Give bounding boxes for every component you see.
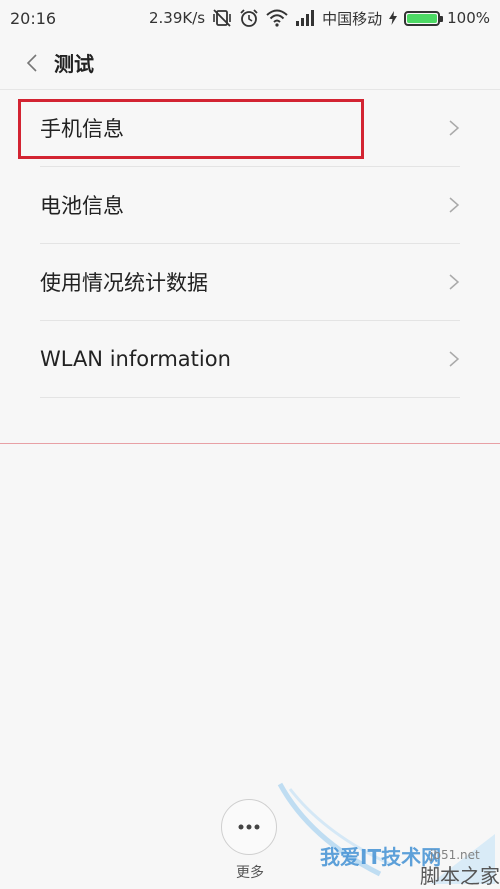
list-item-label: WLAN information [40, 347, 231, 371]
settings-list: 手机信息 电池信息 使用情况统计数据 WLAN information [0, 90, 500, 398]
vibrate-off-icon [212, 9, 232, 27]
status-carrier: 中国移动 [322, 9, 383, 28]
status-left: 20:16 [10, 9, 56, 28]
chevron-right-icon [448, 195, 460, 215]
header: 测试 [0, 36, 500, 90]
status-network-speed: 2.39K/s [148, 9, 206, 27]
back-button[interactable] [10, 36, 54, 90]
watermark-logo: 我爱IT技术网 jb51.net 脚本之家 [270, 779, 500, 889]
chevron-right-icon [448, 272, 460, 292]
chevron-left-icon [26, 53, 37, 72]
watermark-text: 我爱IT技术网 [320, 845, 441, 869]
status-battery-percent: 100% [447, 9, 490, 27]
chevron-right-icon [448, 349, 460, 369]
more-dots-icon [238, 824, 260, 830]
watermark-brand: 脚本之家 [420, 864, 500, 888]
more-label: 更多 [236, 865, 264, 881]
red-divider [0, 443, 500, 444]
signal-icon [295, 10, 315, 26]
chevron-right-icon [448, 118, 460, 138]
alarm-icon [239, 8, 259, 28]
battery-fill [407, 13, 438, 23]
status-time: 20:16 [10, 8, 57, 28]
list-item-battery-info[interactable]: 电池信息 [40, 167, 460, 244]
more-button[interactable] [221, 799, 277, 855]
list-item-phone-info[interactable]: 手机信息 [40, 90, 460, 167]
status-bar: 20:16 2.39K/s 中国移动 100% [0, 0, 500, 36]
list-item-usage-stats[interactable]: 使用情况统计数据 [40, 244, 460, 321]
status-right: 2.39K/s 中国移动 100% [149, 8, 490, 29]
list-item-label: 手机信息 [40, 117, 124, 141]
list-item-wlan-info[interactable]: WLAN information [40, 321, 460, 398]
list-item-label: 电池信息 [40, 194, 124, 218]
list-item-label: 使用情况统计数据 [40, 271, 208, 295]
charging-icon [389, 11, 398, 25]
watermark-site: jb51.net [429, 848, 480, 862]
page-title: 测试 [54, 52, 94, 76]
battery-icon [404, 10, 444, 26]
wifi-icon [266, 9, 288, 27]
